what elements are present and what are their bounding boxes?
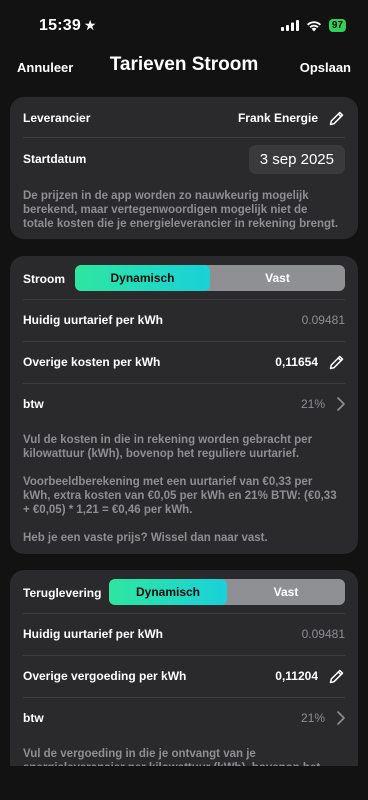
stroom-rate-label: Huidig uurtarief per kWh: [23, 313, 164, 327]
status-time: 15:39 ★: [39, 17, 97, 35]
nav-bar: Annuleer Tarieven Stroom Opslaan: [0, 50, 368, 86]
teruglevering-rate-label: Huidig uurtarief per kWh: [23, 627, 164, 641]
teruglevering-other-row[interactable]: Overige vergoeding per kWh 0,11204: [23, 665, 345, 687]
stroom-segment-dynamic[interactable]: Dynamisch: [75, 265, 210, 291]
chevron-right-icon: [337, 397, 345, 411]
divider: [23, 613, 345, 614]
battery-icon: 97: [328, 19, 346, 32]
stroom-segment-fixed[interactable]: Vast: [210, 265, 345, 291]
stroom-rate-row: Huidig uurtarief per kWh 0.09481: [23, 309, 345, 331]
supplier-value: Frank Energie: [237, 111, 318, 125]
stroom-label: Stroom: [23, 272, 65, 286]
divider: [23, 341, 345, 342]
teruglevering-vat-label: btw: [23, 711, 44, 725]
chevron-right-icon: [337, 711, 345, 725]
divider: [23, 299, 345, 300]
supplier-note: De prijzen in de app worden zo nauwkeuri…: [23, 190, 339, 230]
supplier-card: Leverancier Frank Energie Startdatum 3 s…: [10, 97, 358, 239]
star-icon: ★: [83, 17, 97, 33]
stroom-other-costs-row[interactable]: Overige kosten per kWh 0,11654: [23, 351, 345, 373]
teruglevering-label: Teruglevering: [23, 586, 102, 600]
stroom-segmented-control: Dynamisch Vast: [75, 265, 345, 291]
pencil-icon[interactable]: [328, 354, 345, 371]
teruglevering-note-intro: Vul de vergoeding in die je ontvangt van…: [23, 748, 320, 766]
teruglevering-other-label: Overige vergoeding per kWh: [23, 669, 187, 683]
stroom-vat-value: 21%: [300, 397, 325, 411]
stroom-note-intro: Vul de kosten in die in rekening worden …: [23, 434, 313, 460]
stroom-vat-label: btw: [23, 397, 44, 411]
start-date-picker[interactable]: 3 sep 2025: [248, 144, 345, 174]
start-date-label: Startdatum: [23, 152, 87, 166]
wifi-icon: [306, 20, 322, 32]
divider: [23, 697, 345, 698]
teruglevering-segment-fixed[interactable]: Vast: [227, 579, 345, 605]
stroom-other-costs-value: 0,11654: [275, 355, 318, 369]
teruglevering-other-value: 0,11204: [275, 669, 318, 683]
stroom-note-example: Voorbeeldberekening met een uurtarief va…: [23, 476, 337, 516]
teruglevering-vat-value: 21%: [300, 711, 325, 725]
status-bar: 15:39 ★ 97: [0, 0, 368, 50]
signal-icon: [280, 20, 299, 31]
start-date-row: Startdatum 3 sep 2025: [23, 144, 345, 174]
teruglevering-segment-dynamic[interactable]: Dynamisch: [109, 579, 227, 605]
teruglevering-vat-row[interactable]: btw 21%: [23, 707, 345, 729]
stroom-card: Stroom Dynamisch Vast Huidig uurtarief p…: [10, 256, 358, 554]
pencil-icon[interactable]: [328, 668, 345, 685]
pencil-icon[interactable]: [328, 110, 345, 127]
save-button[interactable]: Opslaan: [300, 60, 351, 75]
supplier-row[interactable]: Leverancier Frank Energie: [23, 107, 345, 129]
stroom-vat-row[interactable]: btw 21%: [23, 393, 345, 415]
cancel-button[interactable]: Annuleer: [17, 60, 73, 75]
teruglevering-rate-value: 0.09481: [301, 627, 345, 641]
supplier-label: Leverancier: [23, 111, 91, 125]
stroom-note-switch: Heb je een vaste prijs? Wissel dan naar …: [23, 532, 268, 544]
status-icons: 97: [280, 19, 346, 32]
teruglevering-segmented-control: Dynamisch Vast: [109, 579, 345, 605]
status-time-text: 15:39: [39, 17, 81, 34]
divider: [23, 137, 345, 138]
teruglevering-card: Teruglevering Dynamisch Vast Huidig uurt…: [10, 570, 358, 766]
teruglevering-rate-row: Huidig uurtarief per kWh 0.09481: [23, 623, 345, 645]
divider: [23, 383, 345, 384]
stroom-other-costs-label: Overige kosten per kWh: [23, 355, 161, 369]
stroom-rate-value: 0.09481: [301, 313, 345, 327]
divider: [23, 655, 345, 656]
